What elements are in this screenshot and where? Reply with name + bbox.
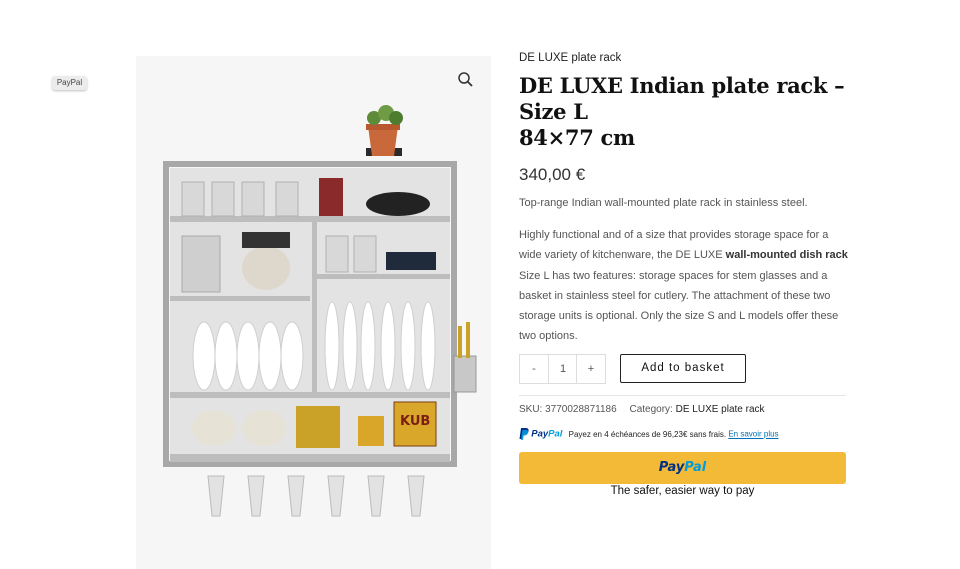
product-image[interactable]: KUB [136, 56, 491, 569]
description-text: Size L has two features: storage spaces … [519, 269, 839, 343]
kub-label: KUB [400, 414, 431, 429]
paypal-brand-pay: Pay [531, 428, 549, 440]
short-description: Top-range Indian wall-mounted plate rack… [519, 197, 808, 209]
paypal-brand-pal: Pal [548, 428, 563, 440]
title-line: DE LUXE Indian plate rack – [519, 73, 845, 98]
installment-text: Payez en 4 échéances de 96,23€ sans frai… [568, 429, 727, 439]
title-line: 84×77 cm [519, 125, 635, 150]
category-label: Category: [629, 404, 673, 415]
description-strong[interactable]: wall-mounted dish rack [726, 249, 848, 261]
product-category[interactable]: DE LUXE plate rack [519, 52, 849, 64]
learn-more-link[interactable]: En savoir plus [728, 430, 778, 439]
divider [519, 395, 846, 396]
category-link[interactable]: DE LUXE plate rack [676, 404, 765, 415]
product-title: DE LUXE Indian plate rack – Size L 84×77… [519, 73, 849, 151]
paypal-logo: PayPal [519, 428, 562, 440]
sku-label: SKU: [519, 404, 543, 415]
add-to-basket-button[interactable]: Add to basket [620, 354, 746, 383]
product-price: 340,00 € [519, 165, 586, 184]
long-description: Highly functional and of a size that pro… [519, 225, 849, 347]
paypal-p-icon [519, 428, 529, 440]
quantity-stepper: - 1 + [519, 354, 606, 384]
title-line: Size L [519, 99, 588, 124]
quantity-plus-button[interactable]: + [576, 355, 605, 383]
paypal-installment-message: PayPal Payez en 4 échéances de 96,23€ sa… [519, 428, 779, 442]
zoom-button[interactable] [456, 70, 476, 90]
plate-rack-photo [136, 56, 491, 569]
quantity-input[interactable]: 1 [549, 355, 577, 383]
paypal-button-logo: PayPal [659, 460, 706, 475]
product-summary: DE LUXE plate rack DE LUXE Indian plate … [519, 52, 849, 347]
paypal-tagline: The safer, easier way to pay [610, 485, 755, 497]
sku-value: 3770028871186 [545, 404, 617, 415]
search-icon [458, 72, 473, 87]
paypal-brand-pal: Pal [684, 460, 707, 475]
product-meta: SKU: 3770028871186 Category: DE LUXE pla… [519, 404, 765, 415]
quantity-minus-button[interactable]: - [520, 355, 549, 383]
paypal-button[interactable]: PayPal [519, 452, 846, 484]
paypal-tag: PayPal [52, 76, 87, 90]
paypal-brand-pay: Pay [658, 460, 685, 475]
